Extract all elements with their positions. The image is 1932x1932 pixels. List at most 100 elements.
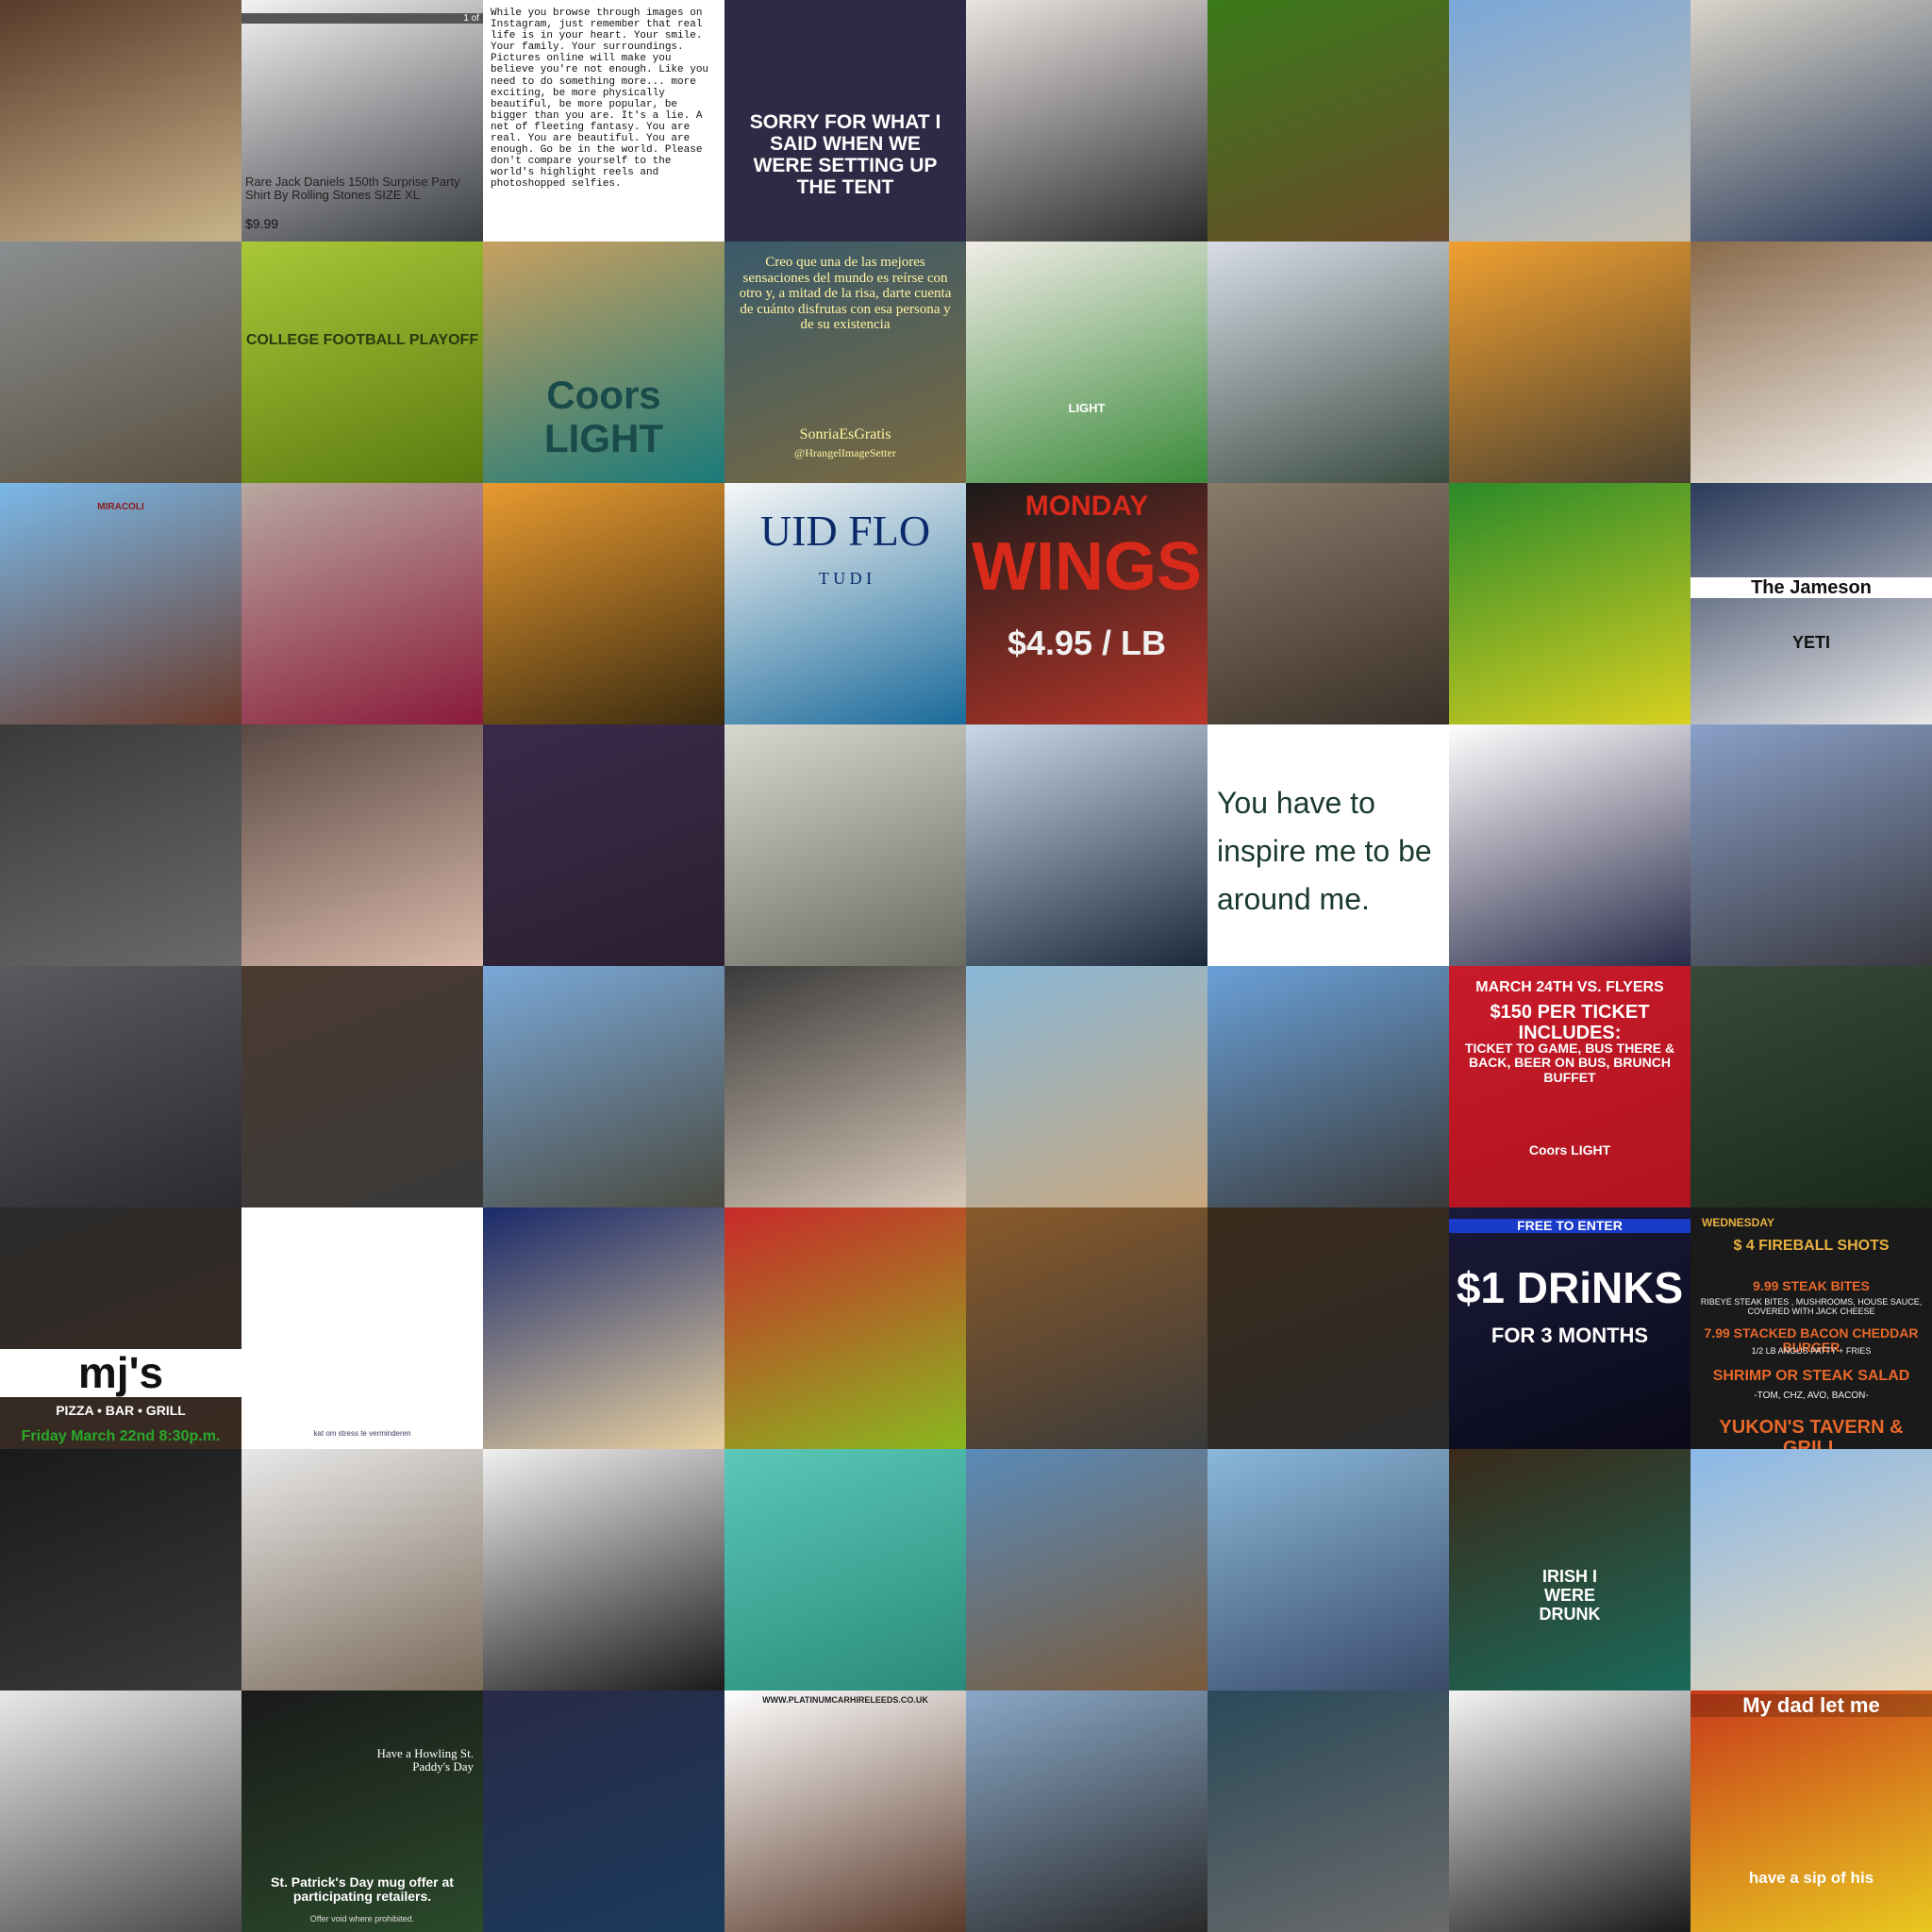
- photo-tile: MONDAY WINGS $4.95 / LB: [966, 483, 1208, 724]
- photo-tile: [0, 724, 242, 966]
- photo-tile: You have to inspire me to be around me.: [1208, 724, 1449, 966]
- tile-text: The Jameson: [1690, 577, 1932, 598]
- tile-text: MIRACOLI: [97, 502, 144, 512]
- tile-text: $1 DRiNKS: [1456, 1263, 1684, 1312]
- tile-text: $9.99: [245, 216, 279, 231]
- photo-tile: MIRACOLI: [0, 483, 242, 724]
- photo-tile: [966, 1208, 1208, 1449]
- photo-tile: [483, 1208, 724, 1449]
- photo-tile: mj's PIZZA • BAR • GRILL Friday March 22nd…: [0, 1208, 242, 1449]
- tile-text: IRISH I WERE DRUNK: [1539, 1567, 1601, 1624]
- tile-text: have a sip of his: [1748, 1869, 1874, 1887]
- photo-tile: Creo que una de las mejores sensaciones …: [724, 242, 966, 483]
- photo-tile: [1449, 1690, 1690, 1932]
- photo-tile: SORRY FOR WHAT I SAID WHEN WE WERE SETTI…: [724, 0, 966, 242]
- tile-text: Offer void where prohibited.: [309, 1914, 415, 1924]
- photo-tile: [483, 724, 724, 966]
- photo-tile: Have a Howling St. Paddy's Day St. Patric…: [242, 1690, 483, 1932]
- tile-text: FOR 3 MONTHS: [1491, 1324, 1649, 1347]
- photo-tile: [966, 724, 1208, 966]
- photo-tile: MARCH 24TH VS. FLYERS $150 PER TICKET INC…: [1449, 966, 1690, 1208]
- photo-tile: [242, 966, 483, 1208]
- tile-text: PIZZA • BAR • GRILL: [56, 1403, 186, 1418]
- photo-tile: [0, 0, 242, 242]
- photo-tile: [242, 483, 483, 724]
- photo-tile: The Jameson YETI: [1690, 483, 1932, 724]
- photo-tile: WWW.PLATINUMCARHIRELEEDS.CO.UK: [724, 1690, 966, 1932]
- photo-tile: kat om stress te verminderen: [242, 1208, 483, 1449]
- tile-text: Friday March 22nd 8:30p.m.: [21, 1428, 221, 1444]
- photo-tile: [483, 1449, 724, 1690]
- tile-text: kat om stress te verminderen: [313, 1429, 411, 1438]
- tile-text: MONDAY: [1024, 491, 1149, 522]
- tile-text: SORRY FOR WHAT I SAID WHEN WE WERE SETTI…: [749, 111, 941, 199]
- photo-tile: [0, 966, 242, 1208]
- tile-text: $4.95 / LB: [1007, 624, 1167, 662]
- photo-tile: [1690, 242, 1932, 483]
- tile-text: @HrangelImageSetter: [794, 446, 896, 459]
- tile-text: T U D I: [818, 569, 873, 588]
- photo-tile: [724, 966, 966, 1208]
- tile-text: Creo que una de las mejores sensaciones …: [739, 255, 952, 332]
- photo-tile: My dad let me have a sip of his: [1690, 1690, 1932, 1932]
- tile-text: My dad let me: [1690, 1693, 1932, 1718]
- photo-tile: Coors LIGHT: [483, 242, 724, 483]
- photo-tile: [1449, 242, 1690, 483]
- photo-tile: WEDNESDAY $ 4 FIREBALL SHOTS 9.99 STEAK BI…: [1690, 1208, 1932, 1449]
- photo-tile: COLLEGE FOOTBALL PLAYOFF: [242, 242, 483, 483]
- image-grid: Rare Jack Daniels 150th Surprise Party S…: [0, 0, 1932, 1932]
- tile-text: St. Patrick's Day mug offer at participa…: [271, 1874, 454, 1905]
- photo-tile: [0, 242, 242, 483]
- tile-text: 9.99 STEAK BITES: [1753, 1278, 1870, 1293]
- tile-text: LIGHT: [1068, 401, 1106, 415]
- photo-tile: [1690, 724, 1932, 966]
- photo-tile: [1449, 0, 1690, 242]
- tile-text: RIBEYE STEAK BITES , MUSHROOMS, HOUSE SA…: [1700, 1297, 1923, 1316]
- photo-tile: [1208, 483, 1449, 724]
- tile-text: While you browse through images on Insta…: [491, 8, 709, 191]
- tile-text: YUKON'S TAVERN & GRILL: [1719, 1417, 1904, 1449]
- tile-text: $150 PER TICKET INCLUDES:: [1490, 1002, 1650, 1043]
- photo-tile: UID FLO T U D I: [724, 483, 966, 724]
- tile-text: WINGS: [972, 529, 1202, 605]
- photo-tile: [1690, 0, 1932, 242]
- photo-tile: [0, 1449, 242, 1690]
- tile-text: $ 4 FIREBALL SHOTS: [1733, 1238, 1890, 1254]
- tile-text: COLLEGE FOOTBALL PLAYOFF: [245, 332, 479, 348]
- photo-tile: [242, 1449, 483, 1690]
- tile-text: 1 of: [242, 13, 483, 24]
- photo-tile: While you browse through images on Insta…: [483, 0, 724, 242]
- photo-tile: [724, 724, 966, 966]
- tile-text: Have a Howling St. Paddy's Day: [376, 1746, 474, 1774]
- photo-tile: [724, 1208, 966, 1449]
- photo-tile: [966, 1690, 1208, 1932]
- photo-tile: [0, 1690, 242, 1932]
- tile-text: TICKET TO GAME, BUS THERE & BACK, BEER O…: [1464, 1041, 1675, 1085]
- tile-text: -TOM, CHZ, AVO, BACON-: [1754, 1391, 1869, 1401]
- photo-tile: [483, 483, 724, 724]
- tile-text: Coors LIGHT: [1528, 1142, 1611, 1158]
- photo-tile: IRISH I WERE DRUNK: [1449, 1449, 1690, 1690]
- photo-tile: [1690, 966, 1932, 1208]
- photo-tile: [1208, 966, 1449, 1208]
- tile-text: You have to inspire me to be around me.: [1217, 786, 1432, 917]
- tile-text: FREE TO ENTER: [1449, 1218, 1690, 1234]
- photo-tile: [966, 1449, 1208, 1690]
- photo-tile: [483, 966, 724, 1208]
- photo-tile: [1208, 1208, 1449, 1449]
- tile-text: 1/2 LB ANGUS PATTY + FRIES: [1751, 1346, 1872, 1356]
- photo-tile: [1449, 483, 1690, 724]
- photo-tile: Rare Jack Daniels 150th Surprise Party S…: [242, 0, 483, 242]
- photo-tile: [242, 724, 483, 966]
- tile-text: YETI: [1791, 633, 1830, 652]
- tile-text: Coors LIGHT: [544, 373, 663, 461]
- photo-tile: [1208, 242, 1449, 483]
- photo-tile: [1208, 1690, 1449, 1932]
- tile-text: SHRIMP OR STEAK SALAD: [1712, 1368, 1910, 1384]
- photo-tile: [1690, 1449, 1932, 1690]
- tile-text: WWW.PLATINUMCARHIRELEEDS.CO.UK: [762, 1695, 928, 1705]
- photo-tile: [1208, 0, 1449, 242]
- photo-tile: FREE TO ENTER $1 DRiNKS FOR 3 MONTHS: [1449, 1208, 1690, 1449]
- photo-tile: [724, 1449, 966, 1690]
- tile-text: SonriaEsGratis: [799, 426, 891, 442]
